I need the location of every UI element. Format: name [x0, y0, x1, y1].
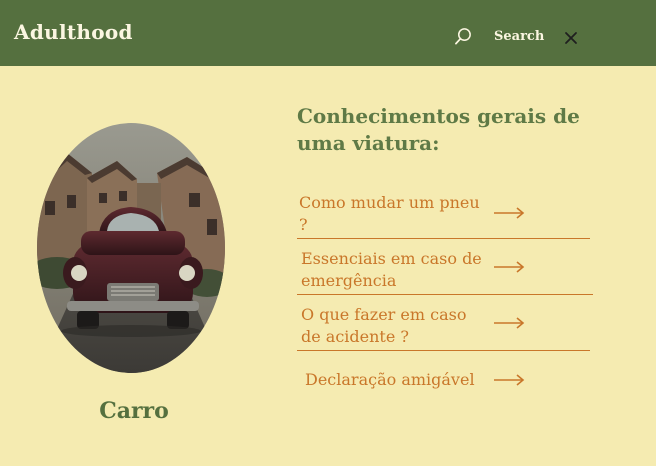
car-photo [37, 123, 225, 373]
divider [297, 294, 593, 295]
feature-caption: Carro [99, 398, 169, 424]
link-label[interactable]: Como mudar um pneu ? [299, 192, 489, 236]
divider [297, 238, 590, 239]
close-icon[interactable] [564, 31, 578, 45]
link-item-declaration[interactable]: Declaração amigável [297, 369, 593, 393]
section-heading: Conhecimentos gerais de uma viatura: [297, 104, 580, 155]
search-icon[interactable] [454, 27, 473, 46]
arrow-right-icon[interactable] [493, 260, 525, 274]
divider [297, 350, 590, 351]
top-bar: Adulthood Search [0, 0, 656, 66]
link-label[interactable]: Declaração amigável [305, 369, 495, 391]
arrow-right-icon[interactable] [493, 316, 525, 330]
search-button[interactable]: Search [494, 29, 544, 44]
link-label[interactable]: O que fazer em caso de acidente ? [301, 304, 491, 348]
link-label[interactable]: Essenciais em caso de emergência [301, 248, 491, 292]
arrow-right-icon[interactable] [493, 206, 525, 220]
link-item-tire[interactable]: Como mudar um pneu ? [297, 192, 593, 240]
brand-logo[interactable]: Adulthood [14, 20, 133, 44]
link-item-accident[interactable]: O que fazer em caso de acidente ? [297, 304, 593, 352]
arrow-right-icon[interactable] [493, 373, 525, 387]
link-item-emergency[interactable]: Essenciais em caso de emergência [297, 248, 593, 296]
